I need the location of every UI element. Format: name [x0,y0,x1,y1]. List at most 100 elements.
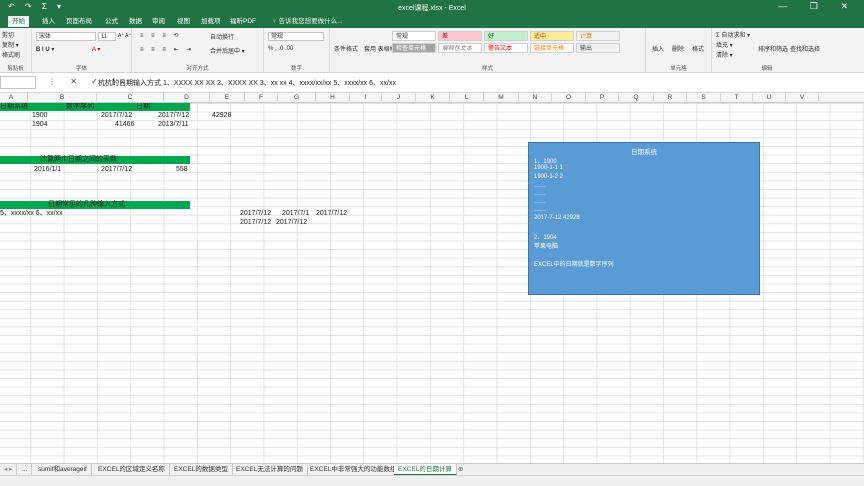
fill-button[interactable]: 填充 ▾ [716,40,733,49]
tell-me-search[interactable]: ♀ 告诉我您想要做什么... [268,16,347,27]
column-header-q[interactable]: Q [619,93,654,103]
font-color-icon[interactable]: A ▾ [92,46,100,53]
font-group-label: 字体 [75,66,87,72]
column-header-c[interactable]: C [97,93,164,103]
align-icons[interactable]: ≡ ≡ ≡ ⟲ [140,32,182,39]
cell-c8[interactable]: 558 [176,166,188,174]
textbox-line: …… [534,191,546,197]
conditional-format-button[interactable]: 条件格式 [334,44,358,53]
style-linked-cell[interactable]: 链接单元格 [530,43,574,53]
column-header-d[interactable]: D [164,93,210,103]
column-header-v[interactable]: V [786,93,819,103]
cell-f13[interactable]: 2017/7/1 [282,210,309,218]
bold-italic-underline[interactable]: B I U ▾ [36,46,54,53]
style-good[interactable]: 好 [484,31,528,41]
merge-center-button[interactable]: 合并后居中 ▾ [210,46,245,55]
column-header-s[interactable]: S [687,93,721,103]
tab-formulas[interactable]: 公式 [101,16,122,27]
column-header-b[interactable]: B [28,93,97,103]
tab-view[interactable]: 视图 [173,16,194,27]
cell-f14[interactable]: 2017/7/12 [276,219,307,227]
cell-e14[interactable]: 2017/7/12 [240,219,271,227]
column-header-o[interactable]: O [552,93,586,103]
style-explanatory[interactable]: 解释性文本 [438,43,482,53]
column-header-a[interactable]: A [0,93,28,103]
column-header-j[interactable]: J [382,93,416,103]
style-bad[interactable]: 差 [438,31,482,41]
name-box[interactable] [0,76,36,89]
column-headers: ABCDEFGHIJKLMNOPQRSTUV [0,93,864,103]
cell-b7[interactable]: 计算两个日期之间的天数 [40,156,117,164]
style-neutral[interactable]: 适中 [530,31,574,41]
column-header-g[interactable]: G [278,93,316,103]
column-header-n[interactable]: N [519,93,552,103]
find-select-button[interactable]: 查找和选择 [790,44,820,53]
number-format-icons[interactable]: % , .0 .00 [268,46,293,52]
cell-b3[interactable]: 41466 [115,121,134,129]
cell-a1[interactable]: 日期系统 [0,103,28,111]
style-calculation[interactable]: 计算 [576,31,620,41]
textbox-line: 1900-1-2 2 [534,174,564,180]
clear-button[interactable]: 清除 ▾ [716,50,733,59]
editing-group-label: 编辑 [761,66,773,72]
column-header-r[interactable]: R [654,93,687,103]
column-header-f[interactable]: F [245,93,278,103]
font-group: 宋体 11 A⁺ A⁻ B I U ▾ A ▾ 字体 [32,28,132,73]
column-header-l[interactable]: L [450,93,484,103]
cell-c3[interactable]: 2013/7/11 [158,121,189,129]
column-header-h[interactable]: H [316,93,350,103]
window-controls[interactable]: — ❐ ✕ [778,1,858,12]
column-header-m[interactable]: M [484,93,519,103]
editing-group: Σ 自动求和 ▾ 填充 ▾ 清除 ▾ 排序和筛选 查找和选择 编辑 [712,28,822,73]
font-grow-shrink[interactable]: A⁺ A⁻ [118,33,131,39]
number-format-select[interactable]: 常规 [268,32,324,41]
sort-filter-button[interactable]: 排序和筛选 [758,44,788,53]
cell-c2[interactable]: 2017/7/12 [158,112,189,120]
style-output[interactable]: 输出 [576,43,620,53]
align-h-icons[interactable]: ≡ ≡ ≡ ⇤ ⇥ [140,46,194,53]
copy-button[interactable]: 复制 ▾ [2,40,19,49]
autosum-button[interactable]: Σ 自动求和 ▾ [716,30,750,39]
cell-g13[interactable]: 2017/7/12 [316,210,347,218]
column-header-t[interactable]: T [721,93,753,103]
style-normal[interactable]: 常规 [392,31,436,41]
wrap-text-button[interactable]: 自动换行 [210,32,234,41]
format-painter-button[interactable]: 格式刷 [2,50,20,59]
style-warning[interactable]: 警告文本 [484,43,528,53]
cell-b2[interactable]: 2017/7/12 [101,112,132,120]
sheet-tab-bar: ◂ ▸ ... sumif和averageif EXCEL的区域定义名称 EXC… [0,463,864,476]
tab-addins[interactable]: 加载项 [197,16,225,27]
column-header-e[interactable]: E [210,93,245,103]
status-bar [0,475,864,486]
tab-review[interactable]: 审阅 [148,16,169,27]
cell-b8[interactable]: 2017/7/12 [101,166,132,174]
tab-page-layout[interactable]: 页面布局 [62,16,96,27]
formula-content[interactable]: 杭杭的日期输入方式 1、XXXX XX XX 2、XXXX XX 3、xx xx… [98,78,396,88]
cell-e13[interactable]: 2017/7/12 [240,210,271,218]
font-name-select[interactable]: 宋体 [36,32,96,41]
cell-d2[interactable]: 42928 [212,112,231,120]
cut-button[interactable]: 剪切 [2,30,14,39]
cell-a8[interactable]: 2016/1/1 [34,166,61,174]
insert-cells-button[interactable]: 插入 [652,44,664,53]
cell-a3[interactable]: 1904 [32,121,48,129]
column-header-k[interactable]: K [416,93,450,103]
cell-c1[interactable]: 日期 [136,103,150,111]
cell-a2[interactable]: 1900 [32,112,48,120]
cell-a13[interactable]: 5、xxxx/xx 6、xx/xx [0,210,63,218]
font-size-select[interactable]: 11 [98,32,116,41]
tab-home[interactable]: 开始 [8,16,29,27]
tab-foxit-pdf[interactable]: 福昕PDF [226,16,260,27]
format-cells-button[interactable]: 格式 [692,44,704,53]
date-system-textbox[interactable]: 日期系统 1、1900 1900-1-1 1 1900-1-2 2 …… …… … [528,142,760,295]
column-header-u[interactable]: U [753,93,786,103]
tab-insert[interactable]: 插入 [38,16,59,27]
delete-cells-button[interactable]: 删除 [672,44,684,53]
cell-b1[interactable]: 数字序列 [66,103,94,111]
tab-data[interactable]: 数据 [125,16,146,27]
style-check-cell[interactable]: 检查单元格 [392,43,436,53]
cells-group: 插入 删除 格式 单元格 [646,28,712,73]
column-header-i[interactable]: I [350,93,382,103]
column-header-p[interactable]: P [586,93,619,103]
cell-b12[interactable]: 日期常见的几种输入方式 [48,201,125,209]
